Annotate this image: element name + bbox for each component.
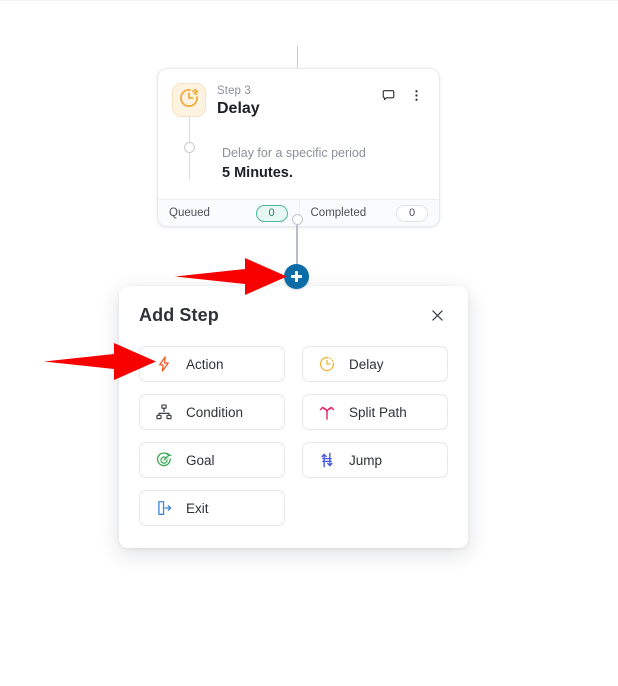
goal-target-icon [154, 451, 173, 470]
step-detail-subtitle: Delay for a specific period [222, 146, 366, 160]
add-step-panel: Add Step Action Delay Condition Split Pa… [119, 286, 468, 548]
footer-stat-completed-label: Completed [310, 207, 367, 219]
step-detail: Delay for a specific period 5 Minutes. [172, 145, 425, 183]
footer-stat-completed[interactable]: Completed 0 [298, 200, 440, 226]
arrow-pointing-to-plus-button [173, 256, 289, 301]
clock-dashed-icon [178, 87, 200, 114]
step-number-label: Step 3 [217, 85, 251, 97]
footer-stat-completed-count: 0 [396, 204, 428, 222]
option-jump-label: Jump [349, 452, 383, 468]
step-card-actions [379, 83, 425, 104]
footer-stat-queued-label: Queued [169, 207, 210, 219]
footer-stat-queued[interactable]: Queued 0 [158, 200, 299, 226]
option-condition-label: Condition [186, 404, 244, 420]
jump-arrows-icon [317, 451, 336, 470]
connector-line-bottom [296, 225, 298, 267]
step-detail-value: 5 Minutes. [222, 165, 293, 181]
option-delay[interactable]: Delay [302, 346, 448, 382]
exit-door-icon [154, 499, 173, 518]
option-goal[interactable]: Goal [139, 442, 285, 478]
workflow-canvas: Step 3 Delay Delay for a specific period… [0, 0, 618, 686]
option-jump[interactable]: Jump [302, 442, 448, 478]
option-split-path[interactable]: Split Path [302, 394, 448, 430]
delay-step-icon-tile [172, 83, 206, 117]
step-card-inner-node-dot [184, 142, 195, 153]
comment-icon[interactable] [379, 86, 397, 104]
sitemap-icon [154, 403, 173, 422]
step-card-titles: Step 3 Delay [217, 83, 368, 119]
canvas-top-divider [0, 0, 618, 1]
option-condition[interactable]: Condition [139, 394, 285, 430]
connector-node-dot [292, 214, 303, 225]
option-action-label: Action [186, 356, 224, 372]
option-exit-label: Exit [186, 500, 209, 516]
option-exit[interactable]: Exit [139, 490, 285, 526]
add-step-panel-header: Add Step [139, 304, 448, 326]
option-split-path-label: Split Path [349, 404, 407, 420]
arrow-pointing-to-action-option [42, 341, 158, 386]
more-options-icon[interactable] [407, 86, 425, 104]
close-icon[interactable] [426, 304, 448, 326]
step-card-header: Step 3 Delay [172, 83, 425, 119]
connector-line-top [297, 46, 298, 68]
option-goal-label: Goal [186, 452, 215, 468]
option-delay-label: Delay [349, 356, 384, 372]
step-card-body: Step 3 Delay Delay for a specific period… [158, 69, 439, 199]
clock-dashed-icon [317, 355, 336, 374]
step-card-delay[interactable]: Step 3 Delay Delay for a specific period… [157, 68, 440, 227]
footer-stat-queued-count: 0 [255, 204, 288, 222]
split-path-icon [317, 403, 336, 422]
option-action[interactable]: Action [139, 346, 285, 382]
add-step-options-grid: Action Delay Condition Split Path Goal J… [139, 346, 448, 526]
step-title: Delay [217, 100, 260, 117]
add-step-panel-title: Add Step [139, 304, 219, 325]
